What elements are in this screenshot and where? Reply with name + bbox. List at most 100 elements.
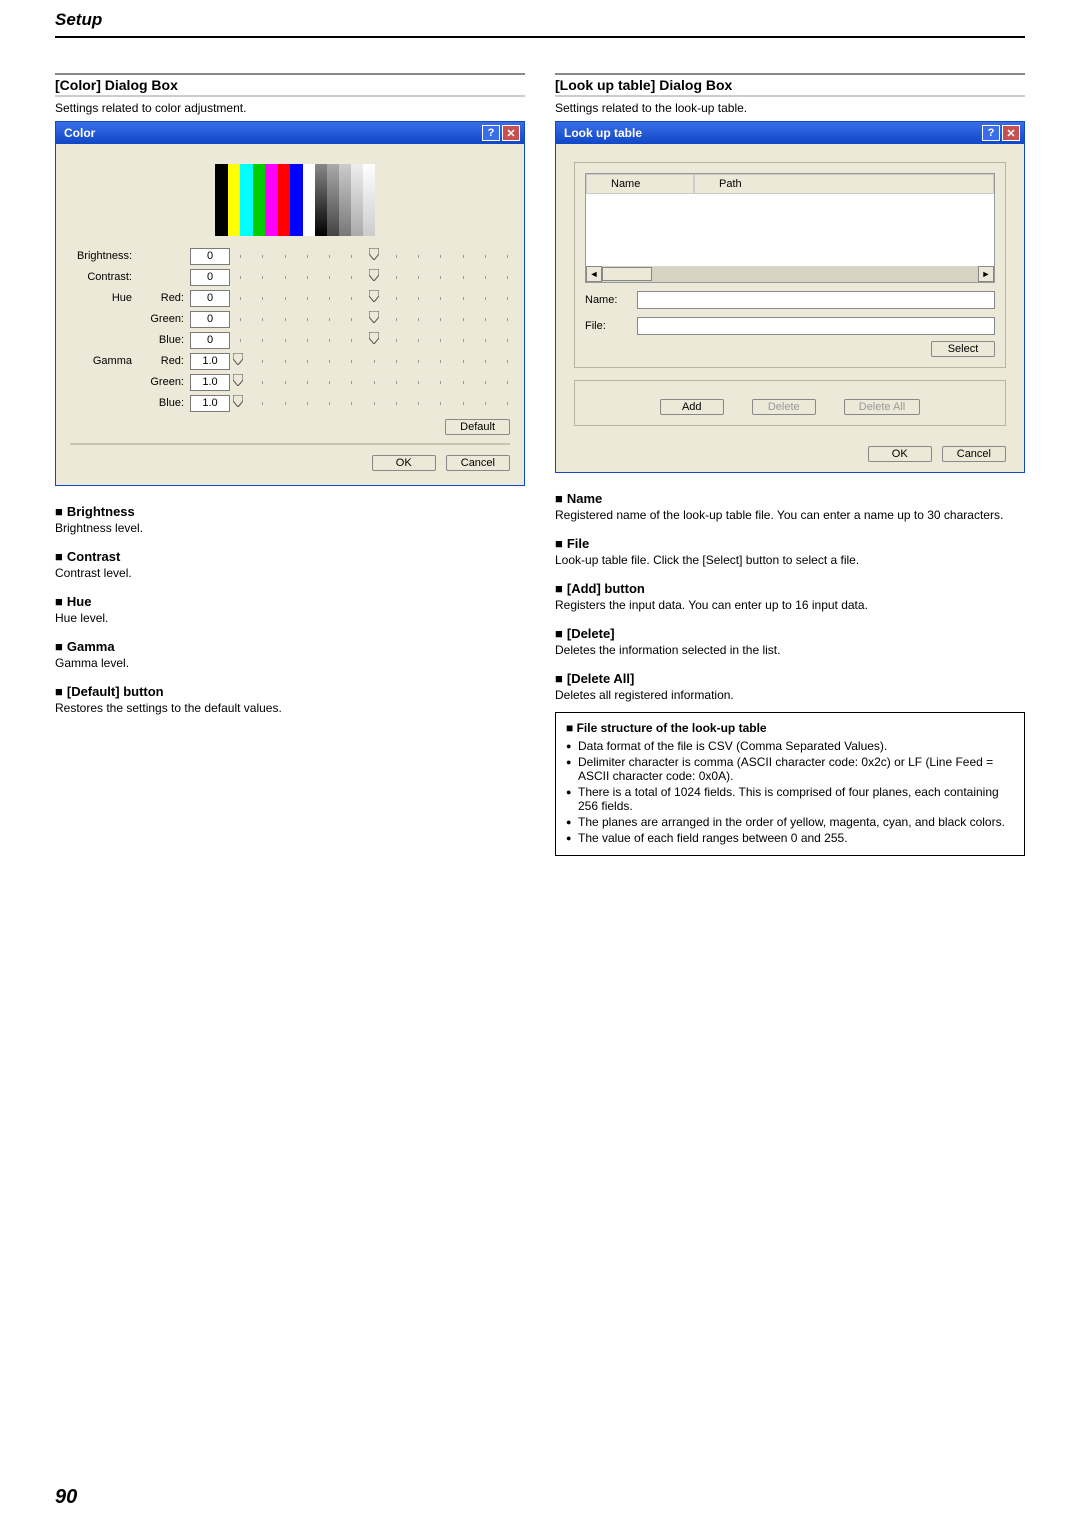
- note-bullet: There is a total of 1024 fields. This is…: [566, 785, 1014, 813]
- row-gamma-green: Green: 1.0: [70, 372, 510, 392]
- note-bullet: The value of each field ranges between 0…: [566, 831, 1014, 845]
- slider-thumb-icon[interactable]: [233, 353, 243, 365]
- slider-thumb-icon[interactable]: [369, 311, 379, 323]
- doc-item: ■[Delete] Deletes the information selecte…: [555, 626, 1025, 657]
- label-gamma-red: Red:: [140, 355, 190, 367]
- default-button[interactable]: Default: [445, 419, 510, 435]
- val-gamma-green[interactable]: 1.0: [190, 374, 230, 391]
- doc-item-desc: Deletes all registered information.: [555, 688, 1025, 702]
- doc-item: ■ContrastContrast level.: [55, 549, 525, 580]
- cancel-button[interactable]: Cancel: [446, 455, 510, 471]
- slider-hue-green[interactable]: [238, 311, 510, 327]
- row-hue-green: Green: 0: [70, 309, 510, 329]
- doc-item-title: ■[Delete]: [555, 626, 1025, 641]
- dialog-title: Look up table: [564, 126, 642, 140]
- slider-thumb-icon[interactable]: [233, 395, 243, 407]
- delete-button[interactable]: Delete: [752, 399, 816, 415]
- slider-contrast[interactable]: [238, 269, 510, 285]
- doc-item-title: ■[Add] button: [555, 581, 1025, 596]
- right-column: [Look up table] Dialog Box Settings rela…: [555, 73, 1025, 856]
- slider-thumb-icon[interactable]: [369, 290, 379, 302]
- lut-dialog: Look up table ? ✕ Name Path ◄: [555, 121, 1025, 473]
- scroll-thumb[interactable]: [602, 267, 652, 281]
- doc-item-title: ■Gamma: [55, 639, 525, 654]
- lut-list[interactable]: Name Path ◄ ►: [585, 173, 995, 283]
- slider-gamma-red[interactable]: [238, 353, 510, 369]
- doc-item: ■[Delete All]Deletes all registered info…: [555, 671, 1025, 702]
- doc-item: ■HueHue level.: [55, 594, 525, 625]
- note-title: ■ File structure of the look-up table: [566, 721, 1014, 735]
- doc-item: ■FileLook-up table file. Click the [Sele…: [555, 536, 1025, 567]
- label-name: Name:: [585, 294, 637, 306]
- val-hue-green[interactable]: 0: [190, 311, 230, 328]
- val-brightness[interactable]: 0: [190, 248, 230, 265]
- slider-thumb-icon[interactable]: [369, 248, 379, 260]
- scroll-right-icon[interactable]: ►: [978, 266, 994, 282]
- doc-item-desc: Deletes the information selected in the …: [555, 643, 1025, 657]
- doc-item-title: ■Name: [555, 491, 1025, 506]
- slider-gamma-green[interactable]: [238, 374, 510, 390]
- color-section-title: [Color] Dialog Box: [55, 73, 525, 97]
- label-gamma-group: Gamma: [70, 355, 140, 367]
- color-dialog: Color ? ✕: [55, 121, 525, 486]
- label-contrast: Contrast:: [70, 271, 140, 283]
- doc-item-desc: Look-up table file. Click the [Select] b…: [555, 553, 1025, 567]
- left-column: [Color] Dialog Box Settings related to c…: [55, 73, 525, 856]
- titlebar: Look up table ? ✕: [556, 122, 1024, 144]
- doc-item-desc: Gamma level.: [55, 656, 525, 670]
- val-gamma-red[interactable]: 1.0: [190, 353, 230, 370]
- slider-gamma-blue[interactable]: [238, 395, 510, 411]
- close-icon[interactable]: ✕: [1002, 125, 1020, 141]
- val-gamma-blue[interactable]: 1.0: [190, 395, 230, 412]
- slider-brightness[interactable]: [238, 248, 510, 264]
- slider-thumb-icon[interactable]: [233, 374, 243, 386]
- lut-col-path[interactable]: Path: [694, 174, 994, 194]
- doc-item: ■[Default] buttonRestores the settings t…: [55, 684, 525, 715]
- label-gamma-green: Green:: [140, 376, 190, 388]
- ok-button[interactable]: OK: [372, 455, 436, 471]
- lut-col-name[interactable]: Name: [586, 174, 694, 194]
- color-section-desc: Settings related to color adjustment.: [55, 101, 525, 115]
- label-hue-green: Green:: [140, 313, 190, 325]
- val-hue-blue[interactable]: 0: [190, 332, 230, 349]
- doc-item: ■Gamma Gamma level.: [55, 639, 525, 670]
- page-title: Setup: [55, 0, 1025, 38]
- input-name[interactable]: [637, 291, 995, 309]
- note-bullet: Delimiter character is comma (ASCII char…: [566, 755, 1014, 783]
- delete-all-button[interactable]: Delete All: [844, 399, 920, 415]
- label-brightness: Brightness:: [70, 250, 140, 262]
- select-button[interactable]: Select: [931, 341, 995, 357]
- label-hue-blue: Blue:: [140, 334, 190, 346]
- doc-item-desc: Contrast level.: [55, 566, 525, 580]
- label-gamma-blue: Blue:: [140, 397, 190, 409]
- lut-panel-list: Name Path ◄ ► Name:: [574, 162, 1006, 368]
- close-icon[interactable]: ✕: [502, 125, 520, 141]
- slider-hue-blue[interactable]: [238, 332, 510, 348]
- row-gamma-red: Gamma Red: 1.0: [70, 351, 510, 371]
- doc-item: ■BrightnessBrightness level.: [55, 504, 525, 535]
- doc-item-desc: Registers the input data. You can enter …: [555, 598, 1025, 612]
- page-number: 90: [55, 1486, 77, 1509]
- dialog-title: Color: [64, 126, 95, 140]
- val-hue-red[interactable]: 0: [190, 290, 230, 307]
- slider-hue-red[interactable]: [238, 290, 510, 306]
- note-bullet: Data format of the file is CSV (Comma Se…: [566, 739, 1014, 753]
- doc-item-desc: Brightness level.: [55, 521, 525, 535]
- slider-thumb-icon[interactable]: [369, 332, 379, 344]
- cancel-button[interactable]: Cancel: [942, 446, 1006, 462]
- help-icon[interactable]: ?: [982, 125, 1000, 141]
- input-file[interactable]: [637, 317, 995, 335]
- slider-thumb-icon[interactable]: [369, 269, 379, 281]
- doc-item: ■[Add] button Registers the input data. Y…: [555, 581, 1025, 612]
- val-contrast[interactable]: 0: [190, 269, 230, 286]
- label-file: File:: [585, 320, 637, 332]
- ok-button[interactable]: OK: [868, 446, 932, 462]
- help-icon[interactable]: ?: [482, 125, 500, 141]
- lut-section-title: [Look up table] Dialog Box: [555, 73, 1025, 97]
- row-hue-blue: Blue: 0: [70, 330, 510, 350]
- h-scrollbar[interactable]: ◄ ►: [586, 266, 994, 282]
- add-button[interactable]: Add: [660, 399, 724, 415]
- scroll-left-icon[interactable]: ◄: [586, 266, 602, 282]
- lut-panel-buttons: Add Delete Delete All: [574, 380, 1006, 426]
- color-preview: [215, 164, 375, 236]
